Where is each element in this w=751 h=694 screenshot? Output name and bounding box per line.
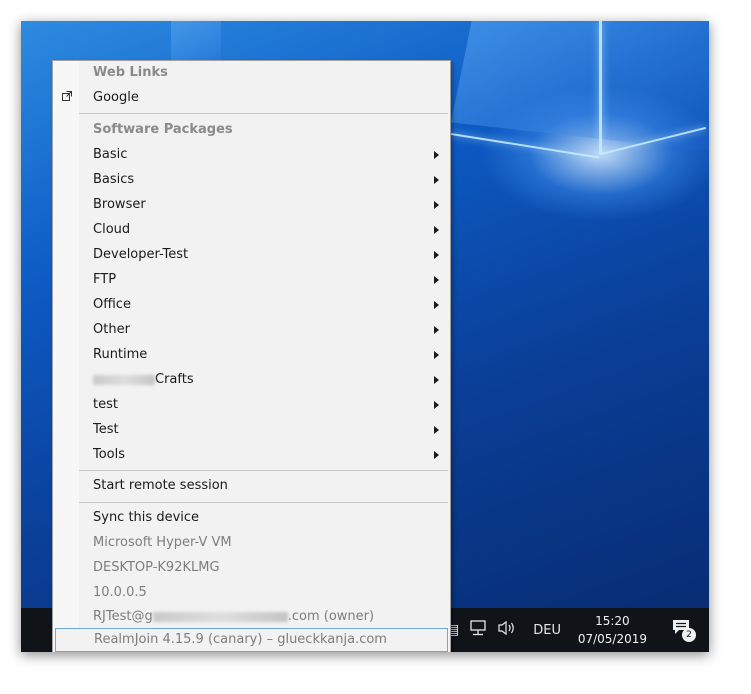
submenu-arrow-icon: [434, 251, 439, 259]
submenu-arrow-icon: [434, 151, 439, 159]
menu-item-ftp[interactable]: FTP: [53, 268, 450, 292]
device-name: DESKTOP-K92KLMG: [93, 560, 220, 575]
menu-item-test-lower[interactable]: test: [53, 393, 450, 417]
menu-item-crafts[interactable]: Crafts: [53, 368, 450, 392]
submenu-arrow-icon: [434, 326, 439, 334]
action-center-icon[interactable]: 2: [671, 618, 696, 642]
menu-item-basics[interactable]: Basics: [53, 168, 450, 192]
light-beam: [599, 21, 602, 155]
web-links-header: Web Links: [93, 65, 168, 80]
submenu-arrow-icon: [434, 376, 439, 384]
screenshot-frame: ▤ DEU 15:20 07/05/2019 2 Web Links Googl…: [21, 21, 709, 652]
menu-item-developer-test[interactable]: Developer-Test: [53, 243, 450, 267]
volume-icon[interactable]: [497, 620, 517, 640]
submenu-arrow-icon: [434, 301, 439, 309]
context-menu: Web Links Google Software Packages Basic…: [52, 60, 451, 652]
submenu-arrow-icon: [434, 451, 439, 459]
taskbar-clock[interactable]: 15:20 07/05/2019: [578, 612, 647, 648]
menu-item-runtime[interactable]: Runtime: [53, 343, 450, 367]
network-icon[interactable]: [469, 620, 487, 640]
device-owner: RJTest@g .com (owner): [93, 609, 375, 624]
device-version: 10.0.0.5: [93, 585, 147, 600]
device-model: Microsoft Hyper-V VM: [93, 535, 232, 550]
language-indicator[interactable]: DEU: [533, 623, 561, 638]
menu-footer[interactable]: RealmJoin 4.15.9 (canary) – glueckkanja.…: [55, 628, 448, 652]
light-beam: [450, 133, 600, 159]
submenu-arrow-icon: [434, 176, 439, 184]
window-pane: [451, 21, 709, 151]
menu-item-test[interactable]: Test: [53, 418, 450, 442]
redacted-text: [93, 374, 155, 385]
submenu-arrow-icon: [434, 276, 439, 284]
software-packages-header: Software Packages: [93, 122, 233, 137]
submenu-arrow-icon: [434, 201, 439, 209]
redacted-text: [152, 611, 288, 622]
notification-count: 2: [682, 628, 696, 642]
clock-time: 15:20: [595, 614, 630, 628]
menu-separator: [79, 502, 448, 503]
menu-item-cloud[interactable]: Cloud: [53, 218, 450, 242]
menu-item-office[interactable]: Office: [53, 293, 450, 317]
menu-item-other[interactable]: Other: [53, 318, 450, 342]
menu-item-tools[interactable]: Tools: [53, 443, 450, 467]
menu-item-google[interactable]: Google: [53, 86, 450, 110]
menu-item-browser[interactable]: Browser: [53, 193, 450, 217]
submenu-arrow-icon: [434, 426, 439, 434]
menu-item-start-remote-session[interactable]: Start remote session: [53, 474, 450, 498]
menu-separator: [79, 470, 448, 471]
submenu-arrow-icon: [434, 226, 439, 234]
menu-item-basic[interactable]: Basic: [53, 143, 450, 167]
system-tray: ▤ DEU: [446, 608, 561, 652]
submenu-arrow-icon: [434, 401, 439, 409]
submenu-arrow-icon: [434, 351, 439, 359]
clock-date: 07/05/2019: [577, 632, 647, 646]
external-link-icon: [62, 91, 72, 101]
menu-separator: [79, 113, 448, 114]
menu-item-sync-device[interactable]: Sync this device: [53, 506, 450, 530]
